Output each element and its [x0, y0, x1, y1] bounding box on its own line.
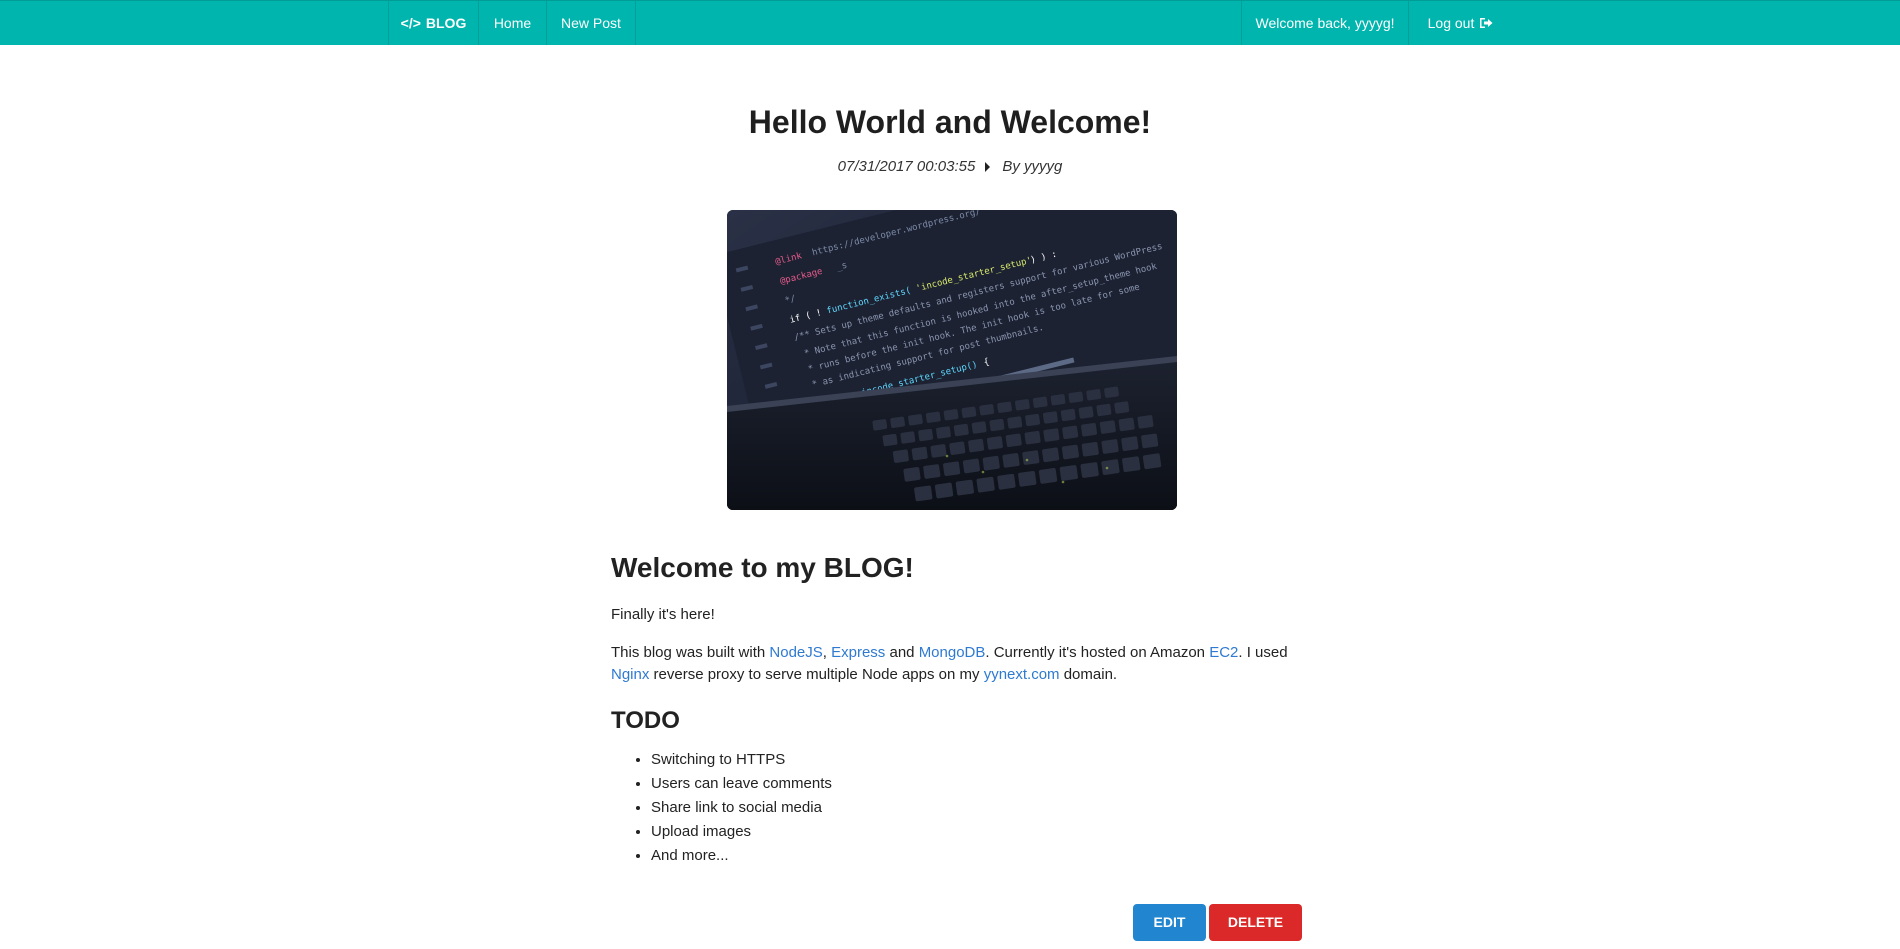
tech-paragraph: This blog was built with NodeJS, Express… — [611, 642, 1301, 686]
text: domain. — [1059, 666, 1118, 683]
post-author: By yyyyg — [1002, 158, 1063, 175]
nav-home[interactable]: Home — [479, 1, 547, 45]
brand-link[interactable]: </> BLOG — [388, 1, 479, 45]
link-nginx[interactable]: Nginx — [611, 666, 649, 683]
list-item: Upload images — [651, 820, 1301, 844]
text: , — [822, 644, 832, 661]
post-content: Welcome to my BLOG! Finally it's here! T… — [611, 548, 1301, 868]
list-item: Switching to HTTPS — [651, 748, 1301, 772]
code-icon: </> — [400, 15, 421, 31]
brand-label: BLOG — [425, 15, 467, 31]
edit-button[interactable]: EDIT — [1133, 904, 1206, 941]
post-meta: 07/31/2017 00:03:55 By yyyyg — [0, 157, 1900, 177]
list-item: And more... — [651, 844, 1301, 868]
logout-label: Log out — [1427, 15, 1475, 31]
list-item: Users can leave comments — [651, 772, 1301, 796]
link-mongodb[interactable]: MongoDB — [919, 644, 986, 661]
sign-out-icon — [1479, 1, 1493, 45]
text: and — [885, 644, 919, 661]
post-date: 07/31/2017 00:03:55 — [837, 158, 976, 175]
intro-paragraph: Finally it's here! — [611, 606, 715, 623]
laptop-code-illustration: @linkhttps://developer.wordpress.org/ @p… — [727, 210, 1177, 510]
top-navbar: </> BLOG Home New Post Welcome back, yyyy… — [0, 0, 1900, 45]
todo-heading: TODO — [611, 707, 680, 734]
caret-right-icon — [985, 162, 991, 172]
text: This blog was built with — [611, 644, 770, 661]
list-item: Share link to social media — [651, 796, 1301, 820]
text: . I used — [1238, 644, 1288, 661]
logout-link[interactable]: Log out — [1409, 1, 1512, 45]
navbar-inner: </> BLOG Home New Post Welcome back, yyyy… — [388, 1, 1512, 46]
nav-home-label: Home — [493, 15, 532, 31]
post-title: Hello World and Welcome! — [748, 104, 1152, 140]
text: . Currently it's hosted on Amazon — [985, 644, 1210, 661]
nav-new-post[interactable]: New Post — [547, 1, 636, 45]
link-ec2[interactable]: EC2 — [1209, 644, 1238, 661]
welcome-message: Welcome back, yyyyg! — [1241, 1, 1409, 45]
link-nodejs[interactable]: NodeJS — [769, 644, 822, 661]
welcome-label: Welcome back, yyyyg! — [1255, 15, 1395, 31]
text: reverse proxy to serve multiple Node app… — [649, 666, 984, 683]
todo-list: Switching to HTTPS Users can leave comme… — [611, 748, 1301, 868]
nav-new-post-label: New Post — [561, 15, 621, 31]
post-image: @link https://developer.wordpress.org/ @p… — [727, 210, 1177, 510]
link-express[interactable]: Express — [831, 644, 885, 661]
content-heading: Welcome to my BLOG! — [611, 552, 914, 583]
delete-button[interactable]: DELETE — [1209, 904, 1302, 941]
link-yynext[interactable]: yynext.com — [984, 666, 1060, 683]
